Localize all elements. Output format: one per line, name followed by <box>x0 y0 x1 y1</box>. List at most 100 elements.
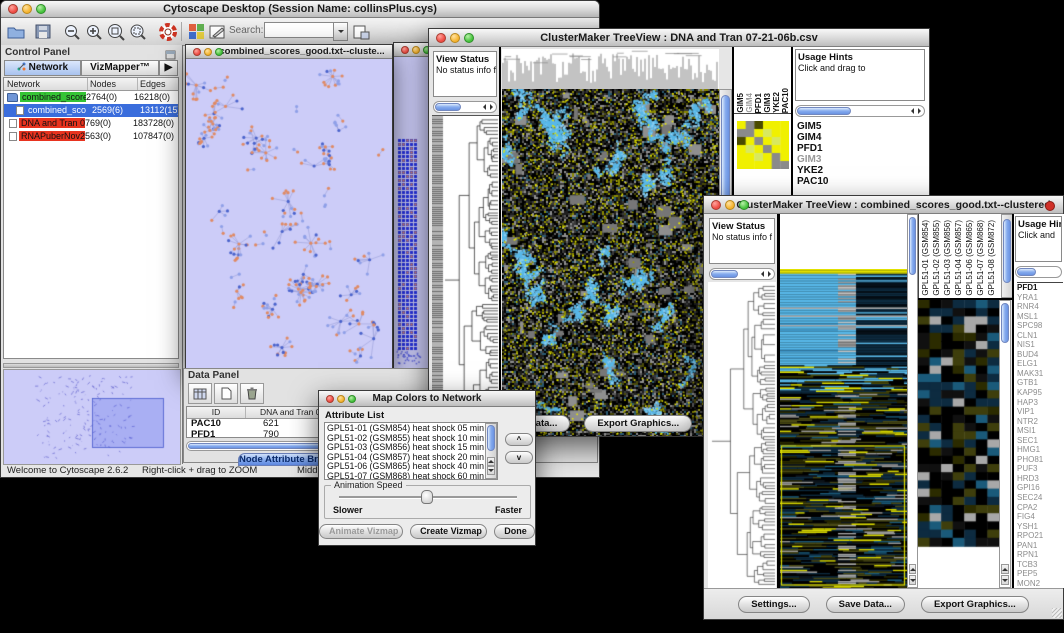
close-button[interactable] <box>8 4 18 14</box>
attribute-list-item[interactable]: GPL51-02 (GSM855) heat shock 10 min <box>327 434 497 444</box>
dialog-button[interactable]: Create Vizmap <box>410 524 487 539</box>
zoom-button[interactable] <box>215 48 223 56</box>
view-status-hscrollbar[interactable] <box>709 268 775 280</box>
close-button[interactable] <box>711 200 721 210</box>
gene-list-item[interactable]: PAN1 <box>1017 541 1063 551</box>
gene-list-item[interactable]: RNR4 <box>1017 302 1063 312</box>
vscroll-thumb[interactable] <box>1003 219 1011 283</box>
minimize-button[interactable] <box>725 200 735 210</box>
treeview1-heatmap[interactable] <box>502 89 719 436</box>
slider-thumb[interactable] <box>421 490 433 504</box>
treeview2-vscrollbar[interactable] <box>907 214 918 588</box>
treeview1-array-dendrogram[interactable] <box>502 49 719 89</box>
hscroll-thumb[interactable] <box>435 103 461 111</box>
column-label[interactable]: GIM3 <box>763 93 772 113</box>
column-label[interactable]: GPL51-08 (GSM872) <box>987 220 998 296</box>
close-button[interactable] <box>193 48 201 56</box>
zoom-button[interactable] <box>739 200 749 210</box>
column-label[interactable]: GPL51-03 (GSM856) <box>943 220 954 296</box>
usage-hints-hscrollbar[interactable] <box>1015 266 1062 278</box>
gene-list-item[interactable]: MSL1 <box>1017 312 1063 322</box>
move-up-button[interactable]: ^ <box>505 433 533 446</box>
gene-list-item[interactable]: GTB1 <box>1017 378 1063 388</box>
gene-list-item[interactable]: MSI1 <box>1017 426 1063 436</box>
minimize-button[interactable] <box>22 4 32 14</box>
attribute-list-item[interactable]: GPL51-04 (GSM857) heat shock 20 min <box>327 453 497 463</box>
gene-list-item[interactable]: HAP3 <box>1017 398 1063 408</box>
scroll-right-icon[interactable] <box>490 104 493 110</box>
minimize-button[interactable] <box>204 48 212 56</box>
zoom-in-icon[interactable] <box>83 21 104 42</box>
network1-canvas[interactable] <box>186 59 392 369</box>
zoom-fit-icon[interactable] <box>105 21 126 42</box>
search-dropdown-button[interactable] <box>333 22 348 41</box>
gene-list-item[interactable]: FIG4 <box>1017 512 1063 522</box>
column-label[interactable]: GIM5 <box>736 93 745 113</box>
gene-list-item[interactable]: ELG1 <box>1017 359 1063 369</box>
attribute-list-item[interactable]: GPL51-07 (GSM868) heat shock 60 min <box>327 472 497 481</box>
treeview2-zoom-heatmap[interactable] <box>918 300 999 588</box>
help-lifering-icon[interactable] <box>157 21 178 42</box>
treeview2-button[interactable]: Save Data... <box>826 596 905 613</box>
column-label[interactable]: PAC10 <box>781 88 790 113</box>
gene-list-item[interactable]: GIM5 <box>797 121 925 132</box>
panel-divider-handle[interactable] <box>3 363 179 368</box>
column-label[interactable]: YKE2 <box>772 92 781 113</box>
column-header-edges[interactable]: Edges <box>138 78 178 90</box>
treeview1-titlebar[interactable]: ClusterMaker TreeView : DNA and Tran 07-… <box>429 29 929 47</box>
vscroll-thumb[interactable] <box>909 217 916 275</box>
gene-list-item[interactable]: YSH1 <box>1017 522 1063 532</box>
column-label[interactable]: PFD1 <box>754 93 763 113</box>
treeview2-titlebar[interactable]: ClusterMaker TreeView : combined_scores_… <box>704 196 1063 214</box>
column-label[interactable]: GIM4 <box>745 93 754 113</box>
scroll-down-icon[interactable] <box>909 575 916 585</box>
network1-titlebar[interactable]: combined_scores_good.txt--cluste... <box>186 45 392 59</box>
gene-list-item[interactable]: HMG1 <box>1017 445 1063 455</box>
attribute-list-item[interactable]: GPL51-01 (GSM854) heat shock 05 min <box>327 424 497 434</box>
gene-list-item[interactable]: CLN1 <box>1017 331 1063 341</box>
gene-list-item[interactable]: GIM4 <box>797 132 925 143</box>
gene-list-item[interactable]: SEC1 <box>1017 436 1063 446</box>
data-column-id[interactable]: ID <box>187 407 246 418</box>
zoom-heatmap-vscrollbar[interactable] <box>999 300 1011 588</box>
annotation-icon[interactable] <box>207 21 228 42</box>
network-table-row[interactable]: combined_scores 2764(0) 16218(0) <box>4 91 178 104</box>
network-table-row[interactable]: DNA and Tran 07 769(0) 183728(0) <box>4 117 178 130</box>
gene-list-item[interactable]: PUF3 <box>1017 464 1063 474</box>
gene-list-item[interactable]: RPO21 <box>1017 531 1063 541</box>
column-label[interactable]: GPL51-02 (GSM855) <box>932 220 943 296</box>
treeview2-button[interactable]: Export Graphics... <box>921 596 1029 613</box>
gene-list-item[interactable]: PEP5 <box>1017 569 1063 579</box>
search-input[interactable] <box>264 22 336 38</box>
gene-list-item[interactable]: MAK31 <box>1017 369 1063 379</box>
hscroll-thumb[interactable] <box>711 270 738 278</box>
scroll-up-icon[interactable] <box>1001 564 1009 574</box>
open-file-icon[interactable] <box>5 21 26 42</box>
scroll-right-icon[interactable] <box>768 271 771 277</box>
zoom-out-icon[interactable] <box>61 21 82 42</box>
gene-list-item[interactable]: HRD3 <box>1017 474 1063 484</box>
treeview2-heatmap[interactable] <box>780 269 907 588</box>
gene-list-item[interactable]: PAC10 <box>797 176 925 187</box>
save-icon[interactable] <box>32 21 53 42</box>
scroll-left-icon[interactable] <box>911 108 914 114</box>
tab-vizmapper[interactable]: VizMapper™ <box>81 60 159 76</box>
attribute-list-item[interactable]: GPL51-06 (GSM865) heat shock 40 min <box>327 462 497 472</box>
gene-list-item[interactable]: NIS1 <box>1017 340 1063 350</box>
gene-list-item[interactable]: YRA1 <box>1017 293 1063 303</box>
minimize-button[interactable] <box>412 46 420 54</box>
network-table-row[interactable]: RNAPuberNov2+! 563(0) 107847(0) <box>4 130 178 143</box>
network-overview-navigator[interactable] <box>3 369 181 465</box>
gene-list-item[interactable]: TCB3 <box>1017 560 1063 570</box>
column-label[interactable]: GPL51-04 (GSM857) <box>954 220 965 296</box>
network2-canvas[interactable] <box>394 57 430 371</box>
export-graphics-button[interactable]: Export Graphics... <box>584 415 692 432</box>
treeview1-similarity-matrix[interactable] <box>737 121 789 169</box>
gene-list-item[interactable]: GIM3 <box>797 154 925 165</box>
scroll-up-icon[interactable] <box>909 564 916 574</box>
gene-list-item[interactable]: PFD1 <box>1017 283 1063 293</box>
new-attribute-icon[interactable] <box>214 383 238 404</box>
view-status-hscrollbar[interactable] <box>433 101 497 113</box>
zoom-button[interactable] <box>36 4 46 14</box>
scroll-left-icon[interactable] <box>761 271 764 277</box>
